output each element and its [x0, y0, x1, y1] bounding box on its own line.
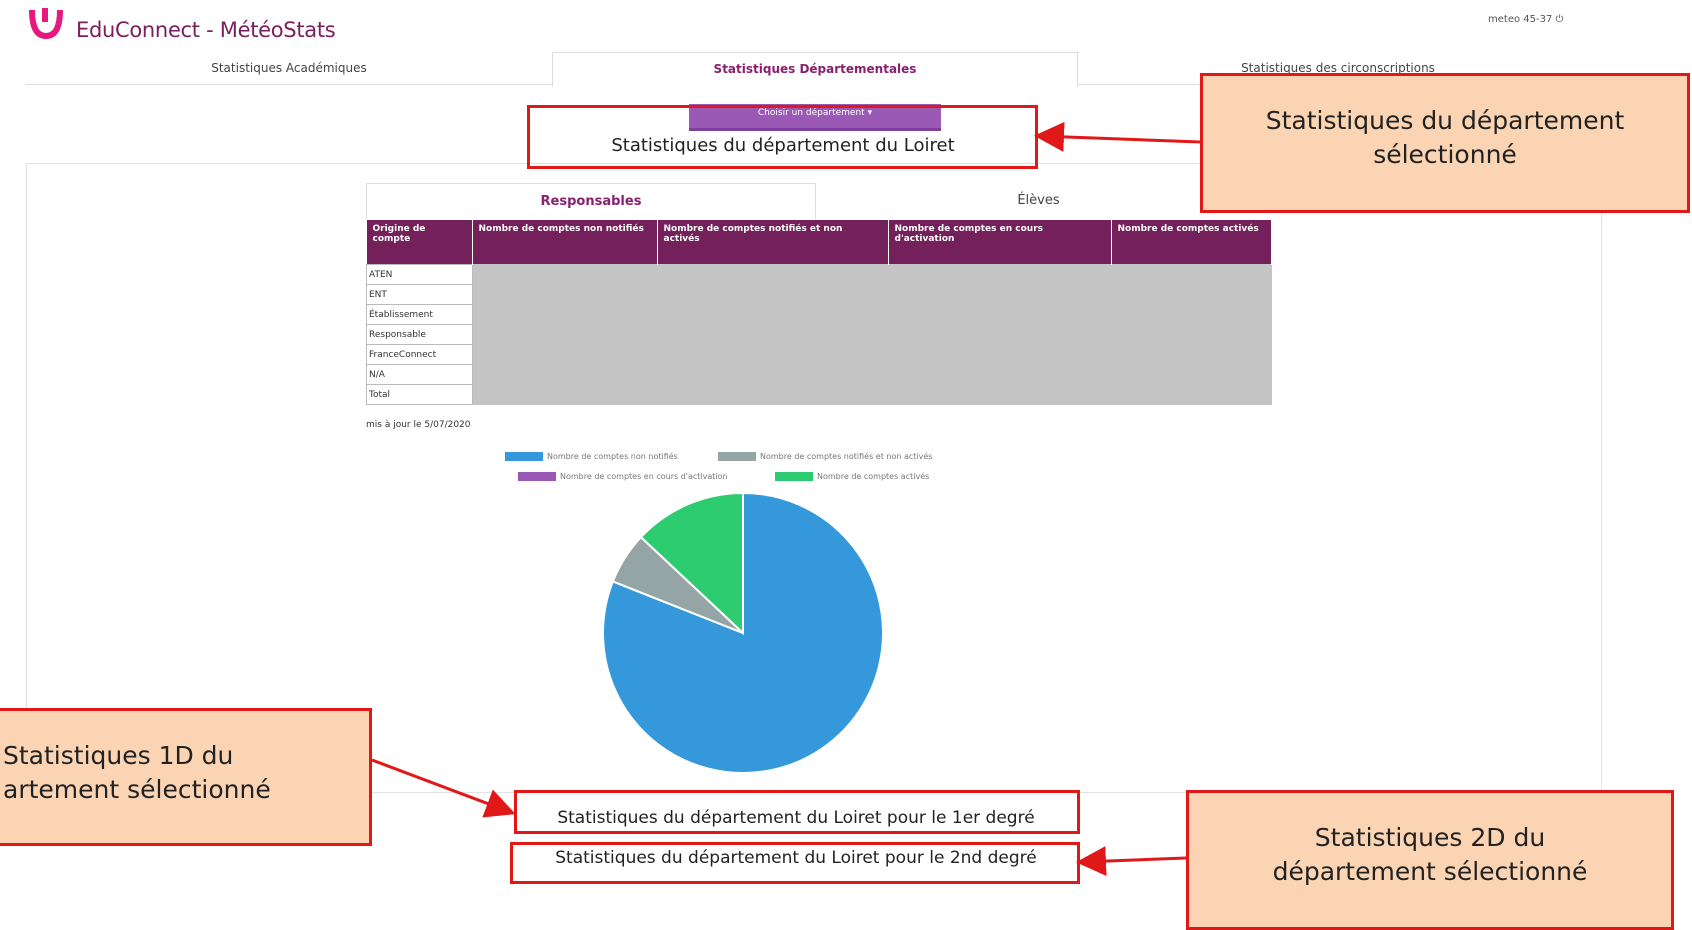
arrow — [371, 758, 516, 818]
annotation-arrows — [371, 121, 1201, 877]
arrow — [1034, 121, 1201, 152]
arrow — [1076, 846, 1187, 877]
